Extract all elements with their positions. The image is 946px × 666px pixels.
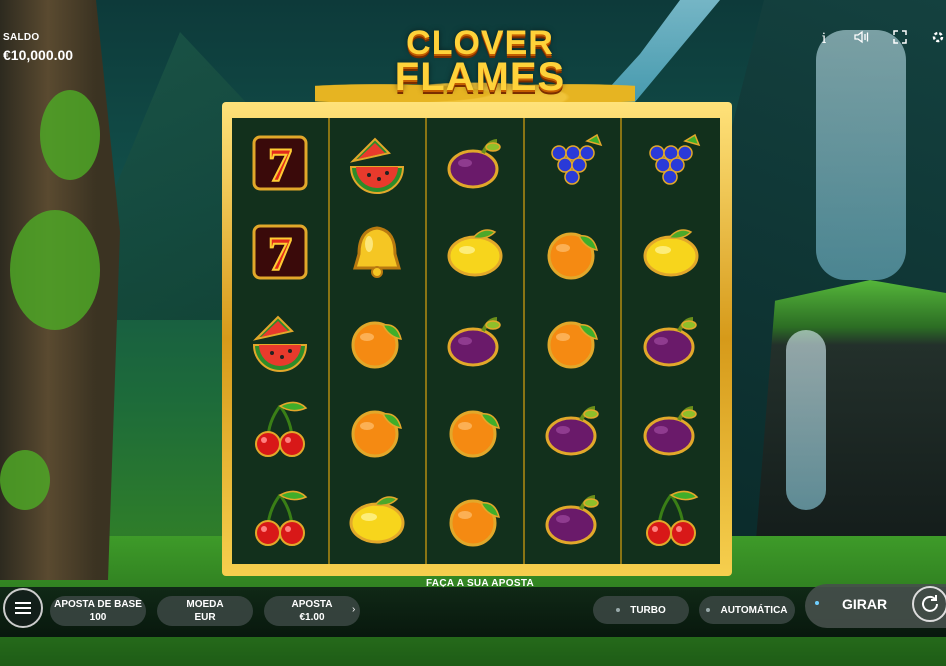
waterfall [816, 30, 906, 280]
plum-symbol [643, 406, 697, 456]
reel-cell [232, 474, 330, 564]
clover-leaf [0, 450, 50, 510]
reel-cell [232, 385, 330, 475]
balance-display: SALDO €10,000.00 [3, 32, 73, 63]
reel-cell [622, 207, 720, 296]
game-logo: CLOVER FLAMES [380, 26, 580, 100]
cherries-symbol [646, 491, 699, 547]
turbo-toggle[interactable]: TURBO [593, 596, 689, 624]
reel-cell [622, 118, 720, 207]
grassy-cliff [756, 280, 946, 540]
reel-cell [330, 296, 428, 386]
watermelon-symbol [350, 137, 405, 194]
reel-cell [525, 118, 623, 208]
moss [40, 90, 100, 180]
waterfall-lower [786, 330, 826, 510]
spin-arrows-icon[interactable] [912, 586, 946, 622]
reel-cell [427, 118, 525, 208]
grapes-symbol [550, 133, 602, 185]
svg-text:7: 7 [268, 228, 292, 281]
seven-symbol: 7 [252, 224, 308, 282]
base-bet-label: APOSTA DE BASE [54, 599, 142, 610]
spin-indicator [815, 601, 819, 605]
plum-symbol [545, 406, 599, 456]
reel-cell [330, 118, 428, 208]
reel-grid: 77 [232, 118, 720, 564]
turbo-label: TURBO [630, 604, 666, 616]
reel-cell [232, 296, 330, 386]
chevron-right-icon[interactable]: › [352, 604, 355, 615]
plum-symbol [643, 316, 697, 367]
base-bet-value: 100 [89, 612, 107, 623]
fullscreen-icon[interactable] [892, 30, 908, 47]
sound-icon[interactable] [854, 30, 870, 47]
reel-cell [622, 386, 720, 475]
reel-cell [622, 296, 720, 385]
reel-cell [427, 385, 525, 475]
settings-icon[interactable] [930, 30, 946, 47]
lemon-symbol [643, 229, 699, 277]
lemon-symbol [349, 496, 405, 544]
coin-value: EUR [194, 612, 216, 623]
balance-label: SALDO [3, 32, 40, 43]
watermelon-symbol [252, 315, 307, 372]
base-bet-selector[interactable]: APOSTA DE BASE 100 [50, 596, 146, 626]
reel-cell: 7 [232, 118, 330, 208]
bet-label: APOSTA [291, 599, 333, 610]
plum-symbol [447, 138, 501, 189]
reel-cell [427, 296, 525, 386]
reel-cell [525, 385, 623, 475]
toggle-indicator [616, 608, 621, 612]
orange-symbol [449, 410, 500, 458]
plum-symbol [447, 316, 501, 367]
seven-symbol: 7 [252, 135, 308, 193]
bell-symbol [353, 226, 402, 278]
orange-symbol [351, 410, 403, 458]
coin-label: MOEDA [186, 599, 224, 610]
grapes-symbol [649, 133, 701, 185]
logo-line-2: FLAMES [394, 55, 566, 100]
autoplay-label: AUTOMÁTICA [720, 604, 788, 616]
hamburger-icon [15, 602, 31, 614]
top-toolbar: i [816, 30, 946, 47]
orange-symbol [351, 321, 403, 369]
reel-cell [330, 385, 428, 475]
autoplay-toggle[interactable]: AUTOMÁTICA [699, 596, 795, 624]
orange-symbol [547, 232, 598, 280]
spin-label: GIRAR [842, 596, 888, 612]
bet-selector[interactable]: APOSTA €1.00 [264, 596, 360, 626]
reel-cell [525, 296, 623, 386]
info-icon[interactable]: i [816, 31, 832, 47]
reel-cell [330, 207, 428, 297]
plum-symbol [545, 495, 599, 545]
bet-value: €1.00 [299, 612, 325, 623]
reel-cell [622, 475, 720, 564]
svg-text:7: 7 [268, 139, 292, 192]
orange-symbol [449, 499, 500, 547]
lemon-symbol [447, 229, 503, 277]
reel-cell [427, 207, 525, 297]
coin-selector[interactable]: MOEDA EUR [157, 596, 253, 626]
reel-cell: 7 [232, 207, 330, 297]
reel-cell [427, 474, 525, 564]
orange-symbol [547, 321, 598, 369]
reel-cell [330, 474, 428, 564]
reel-cell [525, 207, 623, 297]
balance-value: €10,000.00 [3, 47, 74, 63]
moss [10, 210, 100, 330]
reel-cell [525, 474, 623, 564]
cherries-symbol [254, 491, 308, 547]
cherries-symbol [254, 401, 308, 458]
toggle-indicator [706, 608, 711, 612]
menu-button[interactable] [3, 588, 43, 628]
